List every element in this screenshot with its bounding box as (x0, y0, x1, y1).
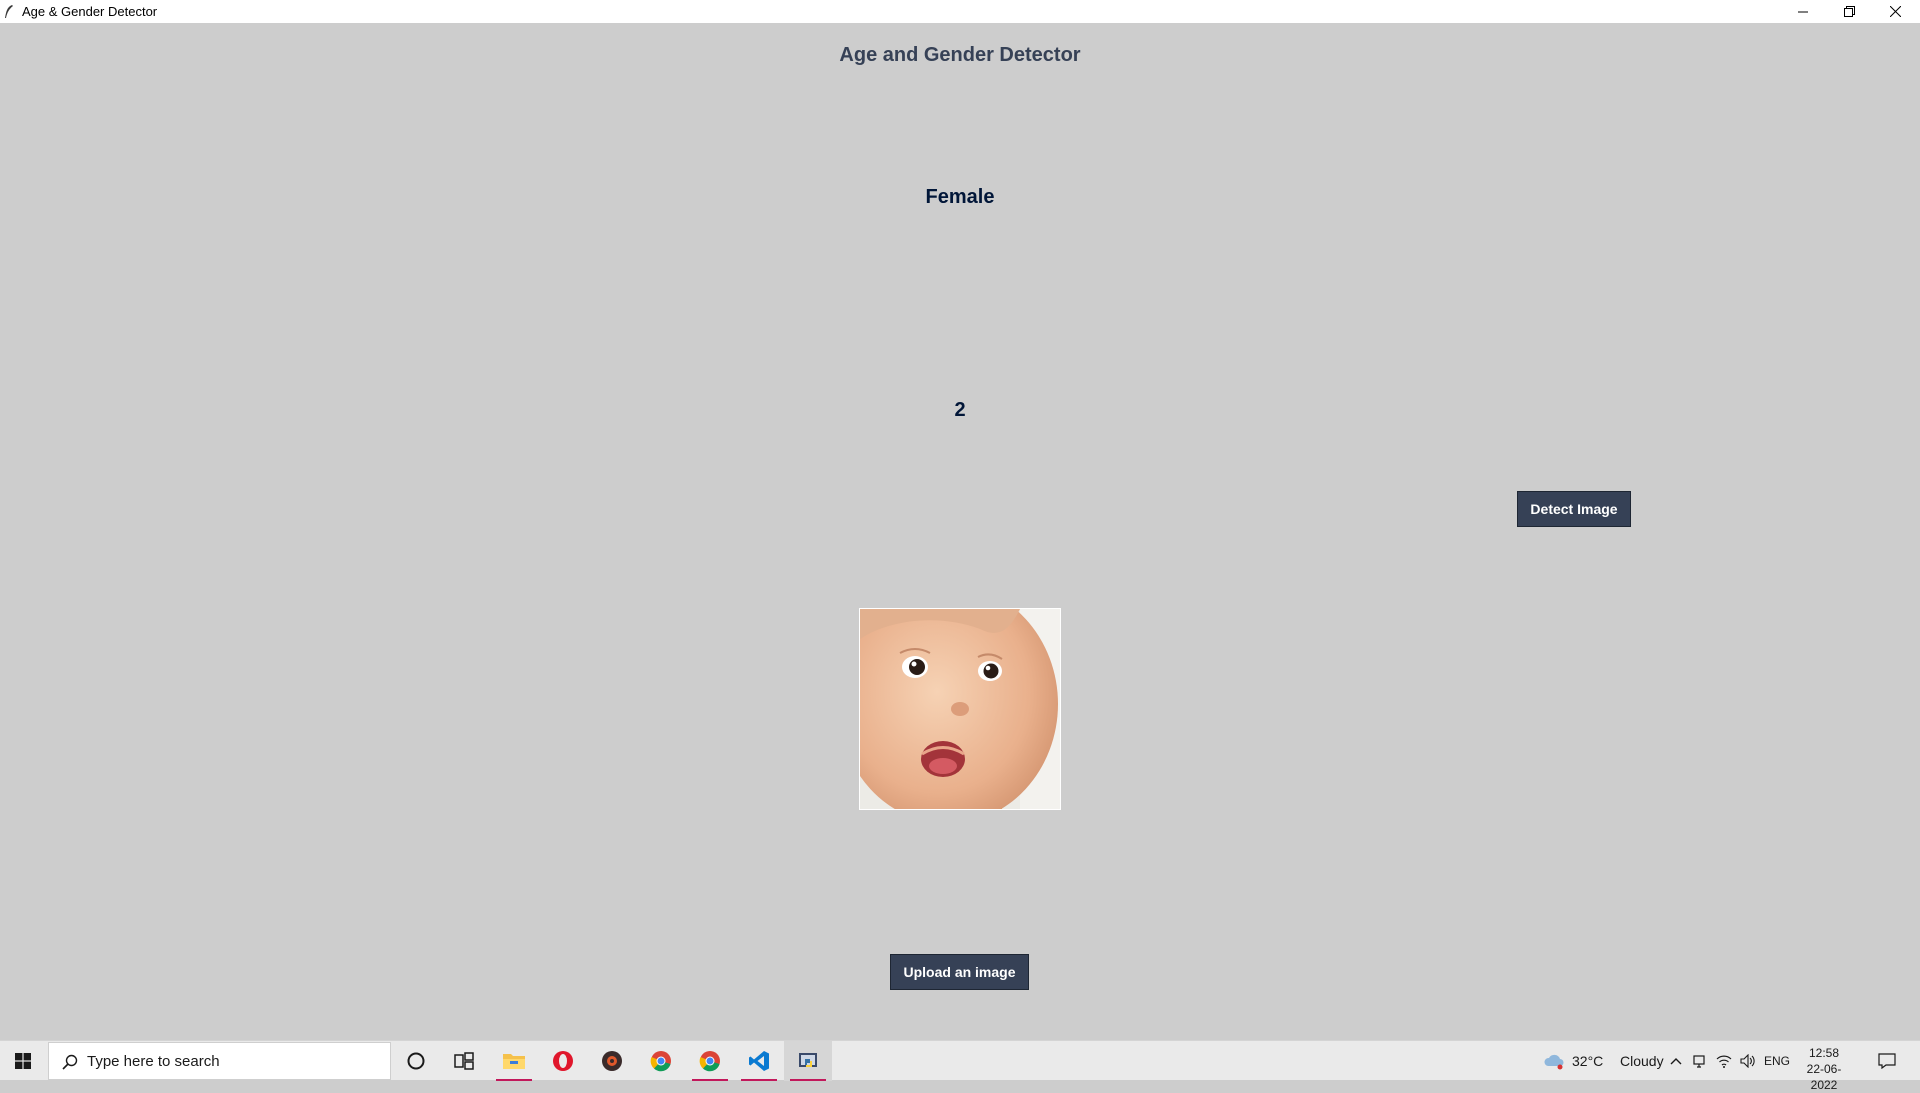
speaker-icon (1740, 1054, 1755, 1068)
file-explorer-button[interactable] (490, 1041, 538, 1081)
start-button[interactable] (0, 1041, 46, 1081)
weather-button[interactable] (1540, 1041, 1568, 1081)
taskbar-search-input[interactable]: Type here to search (48, 1042, 391, 1080)
cortana-button[interactable] (392, 1041, 440, 1081)
network-button[interactable] (1714, 1041, 1734, 1081)
meet-now-button[interactable] (1690, 1041, 1710, 1081)
close-button[interactable] (1872, 0, 1918, 23)
age-result: 2 (954, 399, 966, 421)
app-heading: Age and Gender Detector (839, 44, 1081, 66)
python-app-button[interactable] (784, 1041, 832, 1081)
music-player-button[interactable] (588, 1041, 636, 1081)
active-indicator (692, 1079, 728, 1081)
clock-button[interactable]: 12:58 22-06-2022 (1796, 1045, 1852, 1093)
clock-date: 22-06-2022 (1806, 1062, 1842, 1092)
search-placeholder: Type here to search (87, 1053, 220, 1070)
notification-icon (1878, 1053, 1896, 1069)
uploaded-image (859, 608, 1061, 810)
task-view-button[interactable] (440, 1041, 488, 1081)
show-hidden-icons-button[interactable] (1666, 1041, 1686, 1081)
restore-button[interactable] (1826, 0, 1872, 23)
clock-time: 12:58 (1808, 1046, 1840, 1060)
cloud-icon (1544, 1054, 1564, 1070)
windows-logo-icon (15, 1053, 31, 1069)
task-view-icon (454, 1052, 474, 1070)
weather-temp[interactable]: 32°C (1572, 1041, 1620, 1081)
search-icon (62, 1054, 78, 1070)
chrome-button[interactable] (637, 1041, 685, 1081)
weather-condition-text: Cloudy (1620, 1053, 1664, 1069)
close-icon (1889, 6, 1901, 17)
active-indicator (741, 1079, 777, 1081)
opera-icon (553, 1051, 573, 1071)
chrome-profile-button[interactable] (686, 1041, 734, 1081)
feather-icon (4, 4, 14, 19)
opera-button[interactable] (539, 1041, 587, 1081)
vscode-icon (749, 1051, 769, 1071)
wifi-icon (1716, 1055, 1732, 1068)
window-title-bar: Age & Gender Detector (0, 0, 1920, 23)
language-button[interactable]: ENG (1762, 1041, 1792, 1081)
chrome-icon (650, 1051, 671, 1072)
python-icon (799, 1053, 817, 1067)
file-explorer-icon (503, 1054, 525, 1069)
chrome-icon (699, 1051, 720, 1072)
cortana-icon (407, 1052, 425, 1070)
music-player-icon (602, 1051, 622, 1071)
language-text: ENG (1763, 1054, 1790, 1068)
weather-temp-text: 32°C (1572, 1053, 1604, 1069)
webcam-icon (1693, 1055, 1705, 1068)
baby-photo (860, 609, 1060, 809)
window-title: Age & Gender Detector (22, 4, 158, 19)
taskbar: Type here to search 32°C Cloudy ENG 12:5… (0, 1040, 1920, 1092)
minimize-icon (1798, 11, 1808, 12)
notifications-button[interactable] (1872, 1041, 1902, 1081)
gender-result: Female (925, 186, 995, 208)
upload-image-button[interactable]: Upload an image (890, 954, 1029, 990)
detect-image-button[interactable]: Detect Image (1517, 491, 1631, 527)
chevron-up-icon (1670, 1058, 1682, 1065)
active-indicator (496, 1079, 532, 1081)
minimize-button[interactable] (1780, 0, 1826, 23)
active-indicator (790, 1079, 826, 1081)
volume-button[interactable] (1738, 1041, 1758, 1081)
restore-icon (1843, 6, 1855, 17)
vscode-button[interactable] (735, 1041, 783, 1081)
